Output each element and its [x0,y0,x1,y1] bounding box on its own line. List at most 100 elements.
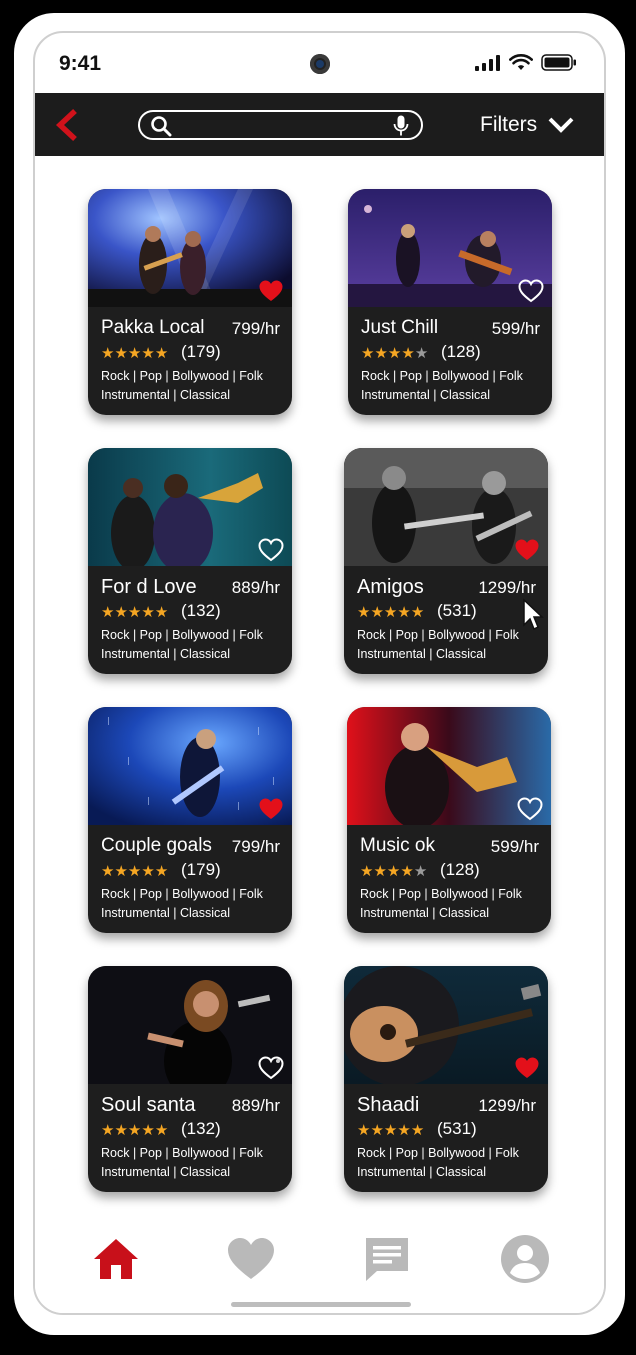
band-price: 1299/hr [478,1096,536,1115]
review-count: (128) [440,860,480,879]
band-card[interactable]: Shaadi 1299/hr ★★★★★ (531) Rock | Pop | … [344,966,548,1192]
star-icon: ★ [101,345,115,362]
band-name: For d Love [101,576,197,598]
band-name: Shaadi [357,1094,420,1116]
home-icon [94,1239,138,1279]
star-icon: ★ [127,345,142,362]
band-card[interactable]: For d Love 889/hr ★★★★★ (132) Rock | Pop… [88,448,292,674]
genres-line: Instrumental | Classical [361,388,490,402]
screen: 9:41 Filters Pakka Local 799/hr ★★★★★ (1… [33,31,606,1315]
battery-icon [541,54,576,71]
favorite-heart-icon[interactable] [518,279,544,303]
band-name: Pakka Local [101,317,205,338]
star-icon: ★ [400,863,414,880]
top-bar: Filters [35,93,604,156]
star-icon: ★ [141,345,155,362]
band-card[interactable]: Just Chill 599/hr ★★★★★ (128) Rock | Pop… [348,189,552,415]
favorite-heart-icon[interactable] [514,538,540,562]
favorite-heart-icon[interactable] [517,797,543,821]
star-icon: ★ [357,604,371,621]
star-icon: ★ [370,1122,384,1139]
band-name: Soul santa [101,1094,196,1116]
status-time: 9:41 [59,52,102,75]
rating-stars: ★★★★★ [101,1121,168,1139]
genres-line: Rock | Pop | Bollywood | Folk [357,628,519,642]
star-icon: ★ [127,1122,142,1139]
star-icon: ★ [127,604,142,621]
genres-line: Instrumental | Classical [360,906,489,920]
review-count: (179) [181,860,221,879]
favorite-heart-icon[interactable] [258,1056,284,1080]
star-icon: ★ [410,604,425,621]
genres-line: Rock | Pop | Bollywood | Folk [101,887,263,901]
star-icon: ★ [397,604,411,621]
band-name: Music ok [360,835,435,856]
star-icon: ★ [410,1122,425,1139]
back-button[interactable] [53,108,83,142]
rating-stars: ★★★★★ [101,862,168,880]
nav-home[interactable] [90,1233,142,1285]
genres-line: Rock | Pop | Bollywood | Folk [101,628,263,642]
band-price: 1299/hr [478,578,536,597]
band-card[interactable]: Soul santa 889/hr ★★★★★ (132) Rock | Pop… [88,966,292,1192]
genres-line: Instrumental | Classical [101,906,230,920]
microphone-icon[interactable] [393,115,409,137]
rating-stars: ★★★★★ [357,1121,424,1139]
band-card[interactable]: Pakka Local 799/hr ★★★★★ (179) Rock | Po… [88,189,292,415]
wifi-icon [509,54,533,70]
profile-icon [501,1235,549,1283]
search-input[interactable] [176,115,390,137]
star-icon: ★ [414,345,429,362]
star-icon: ★ [141,1122,155,1139]
review-count: (132) [181,601,221,620]
rating-stars: ★★★★★ [357,603,424,621]
star-icon: ★ [401,345,415,362]
favorite-heart-icon[interactable] [258,279,284,303]
band-price: 799/hr [231,837,280,856]
star-icon: ★ [383,604,398,621]
nav-messages[interactable] [361,1233,413,1285]
band-card[interactable]: Music ok 599/hr ★★★★★ (128) Rock | Pop |… [347,707,551,933]
star-icon: ★ [374,345,388,362]
band-name: Just Chill [361,317,439,338]
status-bar: 9:41 [35,33,604,93]
filters-button[interactable]: Filters [480,113,575,137]
favorite-heart-icon[interactable] [258,538,284,562]
review-count: (132) [181,1119,221,1138]
genres-line: Instrumental | Classical [101,647,230,661]
favorite-heart-icon[interactable] [514,1056,540,1080]
star-icon: ★ [127,863,142,880]
star-icon: ★ [101,863,115,880]
band-name: Couple goals [101,835,212,856]
genres-line: Rock | Pop | Bollywood | Folk [357,1146,519,1160]
band-grid: Pakka Local 799/hr ★★★★★ (179) Rock | Po… [35,156,604,1236]
band-price: 799/hr [231,319,280,338]
star-icon: ★ [357,1122,371,1139]
star-icon: ★ [361,345,375,362]
star-icon: ★ [397,1122,411,1139]
genres-line: Instrumental | Classical [101,1165,230,1179]
heart-icon [228,1238,274,1279]
star-icon: ★ [114,1122,128,1139]
star-icon: ★ [386,863,401,880]
favorite-heart-icon[interactable] [258,797,284,821]
rating-stars: ★★★★★ [361,344,428,362]
band-card[interactable]: Couple goals 799/hr ★★★★★ (179) Rock | P… [88,707,292,933]
review-count: (128) [441,342,481,361]
star-icon: ★ [114,604,128,621]
genres-line: Instrumental | Classical [357,1165,486,1179]
nav-favorites[interactable] [225,1233,277,1285]
band-card[interactable]: Amigos 1299/hr ★★★★★ (531) Rock | Pop | … [344,448,548,674]
star-icon: ★ [114,863,128,880]
review-count: (179) [181,342,221,361]
band-price: 599/hr [491,319,540,338]
chevron-left-icon [55,108,77,142]
home-indicator [231,1302,411,1307]
rating-stars: ★★★★★ [101,344,168,362]
star-icon: ★ [383,1122,398,1139]
search-icon[interactable] [150,115,172,137]
search-bar[interactable] [138,110,423,140]
nav-profile[interactable] [499,1233,551,1285]
band-name: Amigos [357,576,424,598]
star-icon: ★ [154,1122,169,1139]
